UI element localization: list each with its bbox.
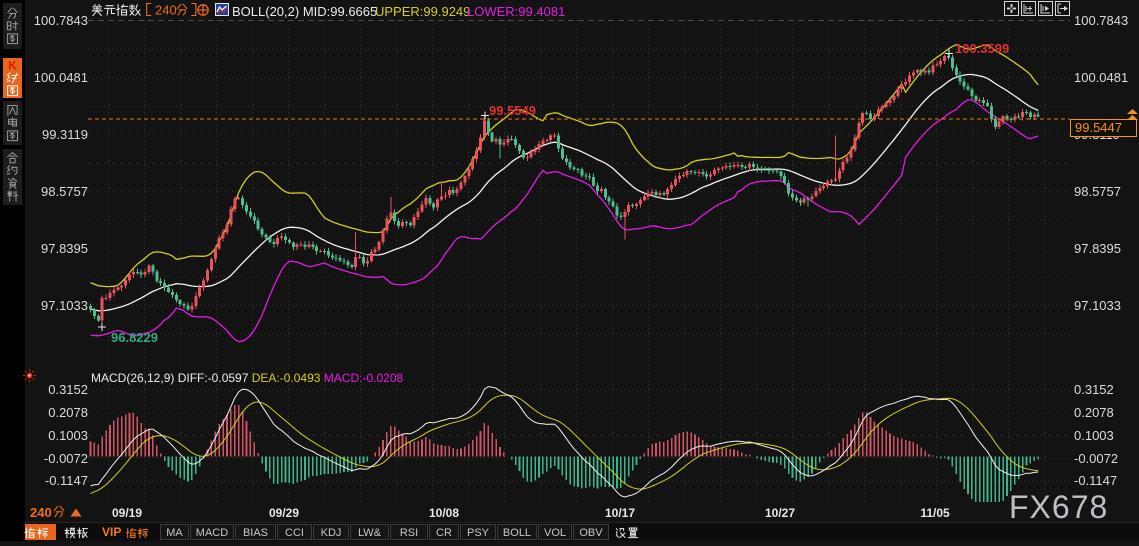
svg-text:240: 240 xyxy=(30,505,52,520)
svg-text:240: 240 xyxy=(155,3,177,18)
svg-text:K: K xyxy=(8,59,17,73)
